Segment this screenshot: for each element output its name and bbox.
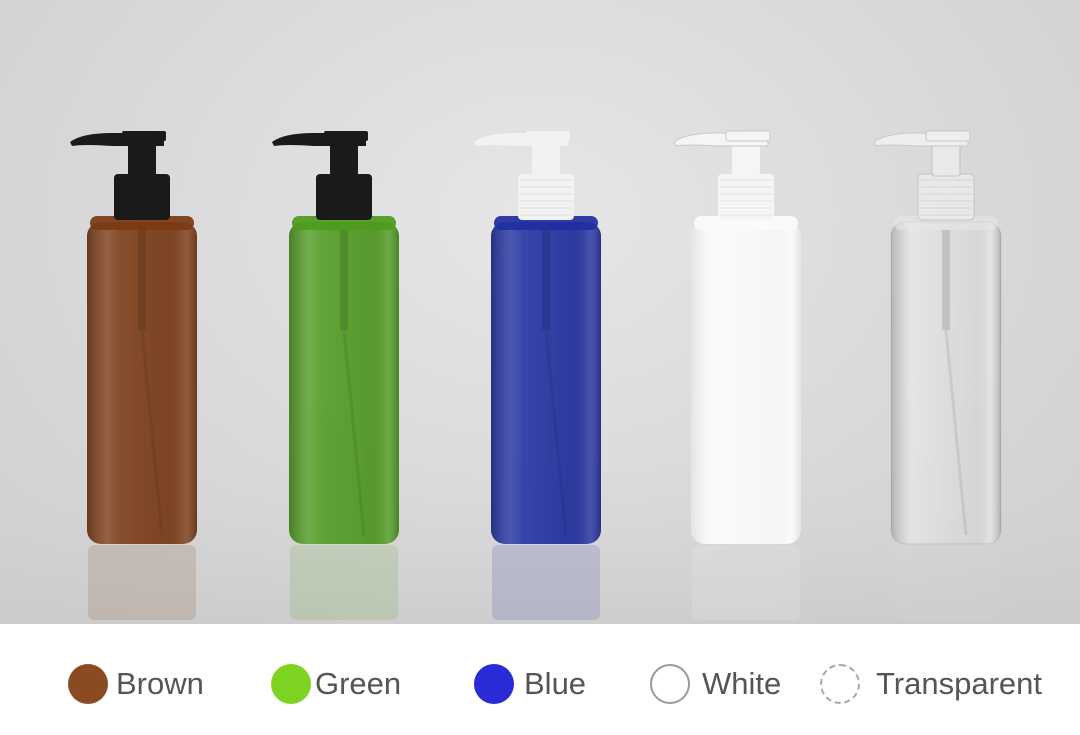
pump-head <box>526 131 570 141</box>
swatch-item-brown[interactable]: Brown <box>68 662 204 706</box>
pump-head <box>122 131 166 141</box>
swatch-label-brown: Brown <box>116 666 204 701</box>
swatch-item-blue[interactable]: Blue <box>474 662 586 706</box>
swatch-label-white: White <box>702 666 782 701</box>
pump-collar <box>917 173 975 221</box>
bottle-highlight <box>691 222 801 544</box>
brown-swatch-icon <box>68 664 108 704</box>
bottles-illustration <box>0 130 1080 624</box>
bottle-reflection <box>692 545 800 620</box>
swatch-label-transparent: Transparent <box>876 666 1042 701</box>
dip-tube <box>942 230 950 330</box>
pump-collar <box>316 174 372 220</box>
swatch-item-transparent[interactable]: Transparent <box>820 662 1042 706</box>
dip-tube <box>138 230 146 330</box>
bottle-reflection <box>892 545 1000 620</box>
swatch-item-green[interactable]: Green <box>271 662 401 706</box>
pump-collar <box>114 174 170 220</box>
pump-head <box>725 130 771 142</box>
pump-head <box>324 131 368 141</box>
bottle-reflection <box>88 545 196 620</box>
product-photo <box>0 0 1080 624</box>
dip-tube <box>542 230 550 330</box>
pump-collar <box>518 174 574 220</box>
blue-swatch-icon <box>474 664 514 704</box>
color-legend: Brown Green Blue White Transparent <box>0 624 1080 735</box>
swatch-label-green: Green <box>315 666 402 701</box>
pump-head <box>925 130 971 142</box>
white-swatch-icon <box>650 664 690 704</box>
bottle-reflection <box>290 545 398 620</box>
bottle-reflection <box>492 545 600 620</box>
swatch-item-white[interactable]: White <box>650 662 781 706</box>
green-swatch-icon <box>271 664 311 704</box>
transparent-swatch-icon <box>820 664 860 704</box>
swatch-label-blue: Blue <box>524 666 587 701</box>
dip-tube <box>340 230 348 330</box>
pump-collar <box>718 174 774 220</box>
